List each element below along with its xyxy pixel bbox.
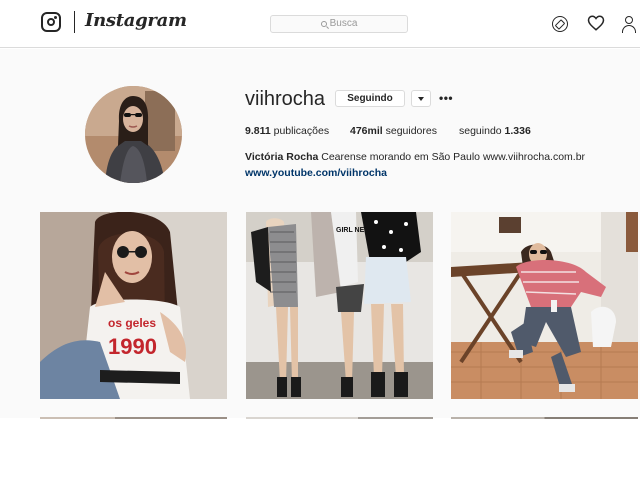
- following-label: seguindo: [459, 125, 505, 137]
- search-input[interactable]: Busca: [270, 15, 408, 33]
- logo-divider: [74, 11, 75, 33]
- avatar[interactable]: [85, 86, 182, 183]
- instagram-logo-icon[interactable]: [41, 12, 61, 32]
- post-row-next-strip: [451, 417, 638, 419]
- following-stat[interactable]: seguindo 1.336: [459, 125, 531, 137]
- profile-icon[interactable]: [621, 16, 637, 33]
- chevron-down-icon: [418, 97, 424, 101]
- followers-count: 476mil: [350, 125, 383, 137]
- full-name: Victória Rocha: [245, 151, 319, 163]
- post-thumbnail[interactable]: [451, 212, 638, 399]
- following-count: 1.336: [504, 125, 531, 137]
- posts-stat: 9.811 publicações: [245, 125, 329, 137]
- post-row-next-strip: [246, 417, 433, 419]
- post-row-next-strip: [40, 417, 227, 419]
- following-button[interactable]: Seguindo: [335, 90, 405, 107]
- compass-icon[interactable]: [552, 16, 568, 32]
- followers-stat[interactable]: 476mil seguidores: [350, 125, 437, 137]
- bio-text: Cearense morando em São Paulo www.viihro…: [318, 151, 586, 163]
- profile-username: viihrocha: [245, 88, 326, 110]
- instagram-wordmark[interactable]: Instagram: [85, 10, 187, 31]
- shirt-text-top: os geles: [108, 316, 156, 330]
- search-icon: [320, 21, 327, 27]
- page: Instagram Busca viihrocha Seguindo ••• 9…: [0, 0, 640, 500]
- top-navbar: Instagram Busca: [0, 0, 640, 48]
- followers-label: seguidores: [382, 125, 437, 137]
- external-link[interactable]: www.youtube.com/viihrocha: [245, 167, 387, 179]
- profile-bio: Victória Rocha Cearense morando em São P…: [245, 151, 585, 163]
- post-thumbnail[interactable]: GIRL NEXT DOOR: [246, 212, 433, 399]
- post-thumbnail[interactable]: os geles 1990: [40, 212, 227, 399]
- posts-count: 9.811: [245, 125, 271, 137]
- posts-label: publicações: [270, 125, 330, 137]
- shirt-text-year: 1990: [108, 334, 157, 359]
- heart-icon[interactable]: [587, 14, 605, 32]
- suggestions-dropdown-button[interactable]: [411, 90, 431, 107]
- search-placeholder: Busca: [329, 18, 358, 29]
- more-options-button[interactable]: •••: [439, 91, 453, 105]
